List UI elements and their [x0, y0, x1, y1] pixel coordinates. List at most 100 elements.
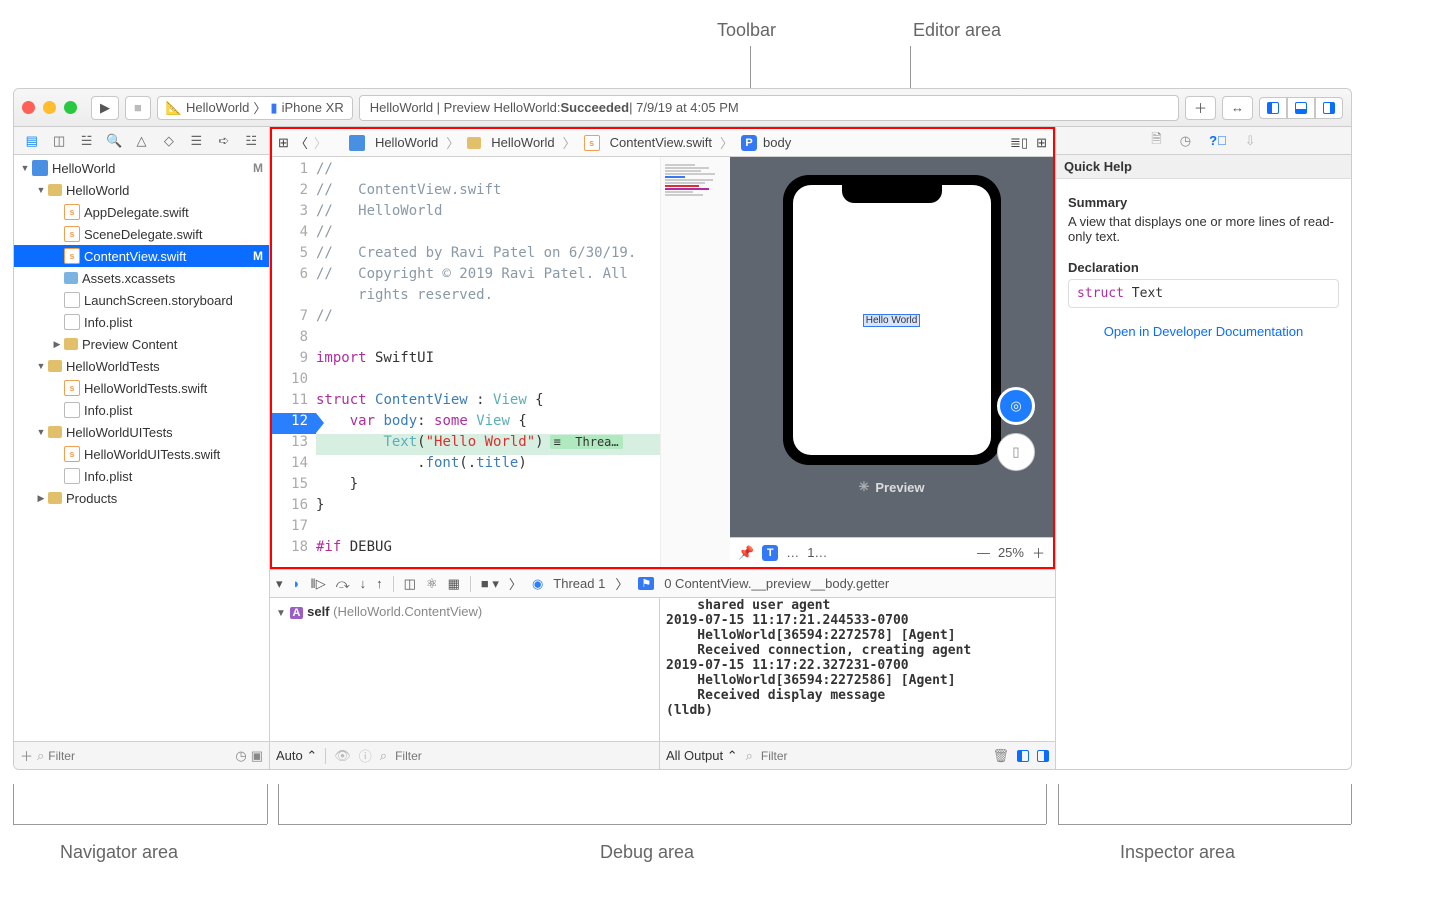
find-navigator-icon[interactable]: 🔍	[105, 132, 123, 150]
open-docs-link[interactable]: Open in Developer Documentation	[1068, 324, 1339, 339]
hide-debug-icon[interactable]: ▾	[276, 576, 283, 592]
project-navigator-icon[interactable]: ▤	[23, 132, 41, 150]
toggle-vars-icon[interactable]	[1017, 750, 1029, 762]
zoom-in-button[interactable]: ＋	[1032, 543, 1045, 562]
forward-icon[interactable]: 〉	[314, 133, 327, 152]
tree-row[interactable]: ▼HelloWorldUITests	[14, 421, 269, 443]
device-frame: Hello World	[783, 175, 1001, 465]
variables-filter-input[interactable]	[395, 749, 653, 763]
jumpbar-item[interactable]: HelloWorld	[491, 135, 554, 150]
tree-row[interactable]: sAppDelegate.swift	[14, 201, 269, 223]
pin-icon[interactable]: 📌	[738, 545, 754, 561]
breakpoints-icon[interactable]: ◗	[293, 576, 301, 591]
preview-page: 1…	[807, 545, 827, 560]
editor-options-icon[interactable]: ≣▯	[1010, 135, 1028, 151]
quicklook-icon[interactable]: 👁	[334, 748, 351, 764]
process-icon[interactable]: ■ ▾	[481, 576, 499, 592]
view-debug-icon[interactable]: ◫	[404, 576, 416, 592]
tree-row[interactable]: ▼HelloWorldM	[14, 157, 269, 179]
back-icon[interactable]: 〈	[295, 133, 308, 152]
stop-button[interactable]: ■	[125, 96, 151, 120]
preview-text[interactable]: Hello World	[863, 314, 921, 327]
source-control-navigator-icon[interactable]: ◫	[50, 132, 68, 150]
frame-label[interactable]: 0 ContentView.__preview__body.getter	[664, 576, 889, 591]
step-out-icon[interactable]: ↑	[376, 576, 383, 591]
tree-label: HelloWorld	[52, 161, 115, 176]
add-editor-icon[interactable]: ⊞	[1036, 135, 1047, 151]
related-items-icon[interactable]: ⊞	[278, 135, 289, 151]
tree-row[interactable]: ▶Preview Content	[14, 333, 269, 355]
toggle-console-icon[interactable]	[1037, 750, 1049, 762]
run-button[interactable]: ▶	[91, 96, 119, 120]
tree-row[interactable]: LaunchScreen.storyboard	[14, 289, 269, 311]
project-tree[interactable]: ▼HelloWorldM▼HelloWorldsAppDelegate.swif…	[14, 155, 269, 741]
scheme-selector[interactable]: 📐 HelloWorld 〉 ▮ iPhone XR	[157, 96, 353, 120]
inspect-preview-button[interactable]: ▯	[997, 433, 1035, 471]
variables-view[interactable]: ▼ A self (HelloWorld.ContentView)	[270, 598, 660, 741]
symbol-navigator-icon[interactable]: ☱	[78, 132, 96, 150]
attributes-inspector-icon[interactable]: ⇩	[1245, 133, 1256, 149]
step-into-icon[interactable]: ↓	[360, 576, 367, 591]
tree-row[interactable]: ▼HelloWorld	[14, 179, 269, 201]
scm-filter-icon[interactable]: ▣	[251, 748, 263, 764]
toggle-debug-button[interactable]	[1287, 97, 1315, 119]
scheme-device-label: iPhone XR	[282, 100, 344, 115]
jumpbar-item[interactable]: ContentView.swift	[610, 135, 712, 150]
auto-selector[interactable]: Auto ⌃	[276, 748, 317, 764]
toggle-navigator-button[interactable]	[1259, 97, 1287, 119]
file-inspector-icon[interactable]: 🗎	[1151, 130, 1161, 152]
device-screen[interactable]: Hello World	[793, 185, 991, 455]
debug-navigator-icon[interactable]: ☰	[187, 132, 205, 150]
jumpbar-item[interactable]: HelloWorld	[375, 135, 438, 150]
tree-row[interactable]: Assets.xcassets	[14, 267, 269, 289]
output-selector[interactable]: All Output ⌃	[666, 748, 738, 764]
callout-toolbar: Toolbar	[717, 20, 776, 41]
memory-graph-icon[interactable]: ⚛	[426, 576, 438, 592]
tree-row[interactable]: ▶Products	[14, 487, 269, 509]
callout-navigator: Navigator area	[60, 842, 178, 863]
text-type-icon[interactable]: T	[762, 545, 778, 561]
tree-label: Info.plist	[84, 469, 132, 484]
step-over-icon[interactable]: ⤼	[336, 576, 350, 592]
environment-icon[interactable]: ▦	[448, 576, 460, 592]
test-navigator-icon[interactable]: ◇	[160, 132, 178, 150]
add-icon[interactable]: ＋	[20, 746, 33, 765]
source-editor[interactable]: 123456789101112131415161718 //// Content…	[272, 157, 660, 567]
callout-debug: Debug area	[600, 842, 694, 863]
scm-badge: M	[253, 249, 263, 263]
console-filter-input[interactable]	[761, 749, 985, 763]
library-button[interactable]: ＋	[1185, 96, 1216, 120]
recent-icon[interactable]: ◷	[235, 748, 246, 764]
jumpbar-item[interactable]: body	[763, 135, 791, 150]
issue-navigator-icon[interactable]: △	[132, 132, 150, 150]
toggle-inspector-button[interactable]	[1315, 97, 1343, 119]
tree-row[interactable]: sContentView.swiftM	[14, 245, 269, 267]
swift-icon: s	[584, 135, 600, 151]
quick-help-icon[interactable]: ?⃝	[1209, 133, 1227, 148]
tree-row[interactable]: ▼HelloWorldTests	[14, 355, 269, 377]
tree-row[interactable]: Info.plist	[14, 311, 269, 333]
tree-row[interactable]: Info.plist	[14, 399, 269, 421]
breakpoint-navigator-icon[interactable]: ➪	[215, 132, 233, 150]
tree-row[interactable]: sHelloWorldUITests.swift	[14, 443, 269, 465]
jump-bar[interactable]: ⊞ 〈 〉 HelloWorld〉 HelloWorld〉 s ContentV…	[272, 129, 1053, 157]
tree-row[interactable]: sHelloWorldTests.swift	[14, 377, 269, 399]
zoom-icon[interactable]	[64, 101, 77, 114]
tree-row[interactable]: Info.plist	[14, 465, 269, 487]
continue-icon[interactable]: ‖▷	[310, 576, 325, 592]
close-icon[interactable]	[22, 101, 35, 114]
navigator-filter-input[interactable]	[48, 749, 231, 763]
live-preview-button[interactable]: ◎	[997, 387, 1035, 425]
zoom-out-button[interactable]: —	[977, 545, 990, 560]
code-review-button[interactable]: ↔	[1222, 96, 1253, 120]
minimize-icon[interactable]	[43, 101, 56, 114]
minimap[interactable]	[660, 157, 730, 567]
thread-label[interactable]: Thread 1	[553, 576, 605, 591]
info-icon[interactable]: ⓘ	[359, 746, 372, 765]
history-inspector-icon[interactable]: ◷	[1180, 133, 1191, 149]
report-navigator-icon[interactable]: ☳	[242, 132, 260, 150]
notch	[842, 185, 942, 203]
console-output[interactable]: shared user agent 2019-07-15 11:17:21.24…	[660, 598, 1055, 741]
trash-icon[interactable]: 🗑	[992, 748, 1009, 764]
tree-row[interactable]: sSceneDelegate.swift	[14, 223, 269, 245]
